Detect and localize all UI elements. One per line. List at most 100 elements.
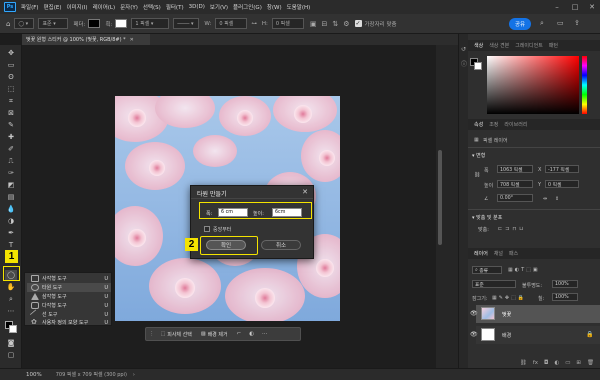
menu-edit[interactable]: 편집(E)	[44, 3, 62, 11]
ellipse-tool-item[interactable]: 타원 도구 U	[27, 283, 111, 292]
cancel-button[interactable]: 취소	[261, 240, 301, 250]
link-layers-icon[interactable]: ⛓	[520, 360, 527, 368]
h-input[interactable]: 0 픽셀	[271, 18, 304, 29]
angle-field[interactable]: 0.00°	[497, 194, 533, 202]
path-align-icon[interactable]: ⊟	[321, 20, 327, 28]
menu-image[interactable]: 이미지(I)	[66, 3, 87, 11]
eye-icon[interactable]: 👁	[470, 310, 478, 317]
w-value-field[interactable]: 1063 픽셀	[497, 165, 533, 173]
object-select-tool-icon[interactable]: ⬚	[5, 84, 17, 94]
pen-tool-icon[interactable]: ✒	[5, 228, 17, 238]
tab-layers[interactable]: 레이어	[474, 250, 488, 257]
group-icon[interactable]: ▭	[565, 360, 570, 368]
blend-mode-select[interactable]: 표준	[472, 280, 516, 288]
zoom-tool-icon[interactable]: ⌕	[5, 294, 17, 304]
layer-kind-filter[interactable]: ⌕ 종류	[472, 266, 502, 274]
center-checkbox[interactable]	[204, 226, 210, 232]
minimize-icon[interactable]: –	[548, 0, 566, 14]
fx-icon[interactable]: fx	[533, 360, 538, 368]
y-value-field[interactable]: 0 픽셀	[545, 180, 579, 188]
search-icon[interactable]: ⌕	[540, 19, 544, 28]
home-icon[interactable]: ⌂	[6, 20, 10, 28]
new-layer-icon[interactable]: ⊞	[576, 360, 581, 368]
rectangle-tool-item[interactable]: 사각형 도구 U	[27, 274, 111, 283]
frame-tool-icon[interactable]: ⊠	[5, 108, 17, 118]
menu-layer[interactable]: 레이어(L)	[93, 3, 116, 11]
w-input[interactable]: 0 픽셀	[215, 18, 248, 29]
path-arrange-icon[interactable]: ⇅	[332, 20, 338, 28]
layer-filter-icons[interactable]: ▦◐T⬚▣	[508, 267, 540, 273]
link-dimensions-icon[interactable]: ⛓	[474, 172, 480, 178]
select-subject-button[interactable]: ⬚ 피사체 선택	[158, 329, 195, 339]
close-window-icon[interactable]: ✕	[583, 0, 600, 14]
edit-toolbar-icon[interactable]: ⋯	[5, 306, 17, 316]
mask-icon[interactable]: ◘	[544, 360, 548, 368]
screen-mode-icon[interactable]: ▢	[5, 350, 17, 360]
drag-handle-icon[interactable]: ⋮	[149, 331, 155, 337]
fill-swatch[interactable]	[88, 19, 101, 28]
tab-channels[interactable]: 채널	[494, 250, 503, 257]
custom-shape-tool-item[interactable]: ✿ 사용자 정의 모양 도구 U	[27, 318, 111, 327]
eyedropper-tool-icon[interactable]: ✎	[5, 120, 17, 130]
share-icon[interactable]: ⇪	[574, 19, 580, 27]
stroke-swatch[interactable]	[115, 19, 128, 28]
background-color-chip[interactable]	[474, 62, 482, 70]
tab-paths[interactable]: 패스	[509, 250, 518, 257]
menu-select[interactable]: 선택(S)	[143, 3, 161, 11]
vertical-scrollbar[interactable]	[438, 150, 442, 245]
menu-type[interactable]: 문자(Y)	[120, 3, 138, 11]
status-arrow-icon[interactable]: ›	[133, 372, 135, 378]
lock-icons[interactable]: ▦✎✥⬚🔒	[492, 295, 526, 301]
x-value-field[interactable]: -177 픽셀	[545, 165, 579, 173]
menu-3d[interactable]: 3D(D)	[189, 4, 205, 10]
fill-field[interactable]: 100%	[552, 293, 578, 301]
brush-tool-icon[interactable]: ✐	[5, 144, 17, 154]
info-icon[interactable]: ⓘ	[461, 59, 468, 68]
tab-swatches[interactable]: 색상 견본	[489, 42, 509, 49]
menu-file[interactable]: 파일(F)	[21, 3, 39, 11]
tab-gradients[interactable]: 그레이디언트	[515, 42, 543, 49]
stroke-width-input[interactable]: 1 픽셀 ▾	[131, 18, 170, 29]
type-tool-icon[interactable]: T	[5, 240, 17, 250]
tab-libraries[interactable]: 라이브러리	[504, 121, 527, 128]
align-edges-checkbox[interactable]: ✓	[354, 20, 362, 27]
dodge-tool-icon[interactable]: ◑	[5, 216, 17, 226]
hand-tool-icon[interactable]: ✋	[5, 282, 17, 292]
link-icon[interactable]: ⊶	[251, 21, 257, 27]
maximize-icon[interactable]: □	[566, 0, 584, 14]
history-brush-tool-icon[interactable]: ✑	[5, 168, 17, 178]
delete-layer-icon[interactable]: 🗑	[587, 360, 594, 368]
gear-icon[interactable]: ⚙	[343, 20, 349, 28]
lasso-tool-icon[interactable]: ʘ	[5, 72, 17, 82]
tab-properties[interactable]: 속성	[474, 121, 483, 128]
share-button[interactable]: 공유	[509, 18, 531, 30]
style-select[interactable]: 표준 ▾	[38, 18, 69, 29]
gradient-tool-icon[interactable]: ▤	[5, 192, 17, 202]
menu-filter[interactable]: 필터(T)	[166, 3, 184, 11]
hue-slider[interactable]	[582, 56, 587, 114]
tab-adjustments[interactable]: 조정	[489, 121, 498, 128]
transform-icon[interactable]: ⌐	[237, 331, 242, 337]
menu-help[interactable]: 도움말(H)	[287, 3, 311, 11]
align-buttons-icon[interactable]: ⊏⊐⊓⊔	[498, 226, 526, 232]
healing-brush-tool-icon[interactable]: ✚	[5, 132, 17, 142]
quick-mask-icon[interactable]: ◙	[5, 338, 17, 348]
polygon-tool-item[interactable]: 다각형 도구 U	[27, 301, 111, 310]
zoom-level[interactable]: 100%	[26, 372, 42, 378]
menu-view[interactable]: 보기(V)	[210, 3, 228, 11]
document-info[interactable]: 709 픽셀 x 709 픽셀 (300 ppi)	[56, 371, 127, 378]
stroke-type-select[interactable]: ──── ▾	[173, 18, 200, 29]
flip-horizontal-icon[interactable]: ⇹	[543, 196, 547, 202]
artboard-tool-icon[interactable]: ▭	[5, 60, 17, 70]
path-ops-icon[interactable]: ▣	[310, 20, 317, 28]
move-tool-icon[interactable]: ✥	[5, 48, 17, 58]
history-icon[interactable]: ↺	[461, 46, 468, 53]
menu-window[interactable]: 창(W)	[267, 3, 282, 11]
more-options-icon[interactable]: ⋯	[262, 331, 268, 337]
background-color-swatch[interactable]	[9, 325, 17, 333]
opacity-field[interactable]: 100%	[552, 280, 578, 288]
blur-tool-icon[interactable]: 💧	[5, 204, 17, 214]
layer-row[interactable]: 👁 벚꽃	[470, 305, 600, 323]
tool-preset-picker[interactable]: ◯ ▾	[14, 18, 35, 29]
crop-tool-icon[interactable]: ⌗	[5, 96, 17, 106]
